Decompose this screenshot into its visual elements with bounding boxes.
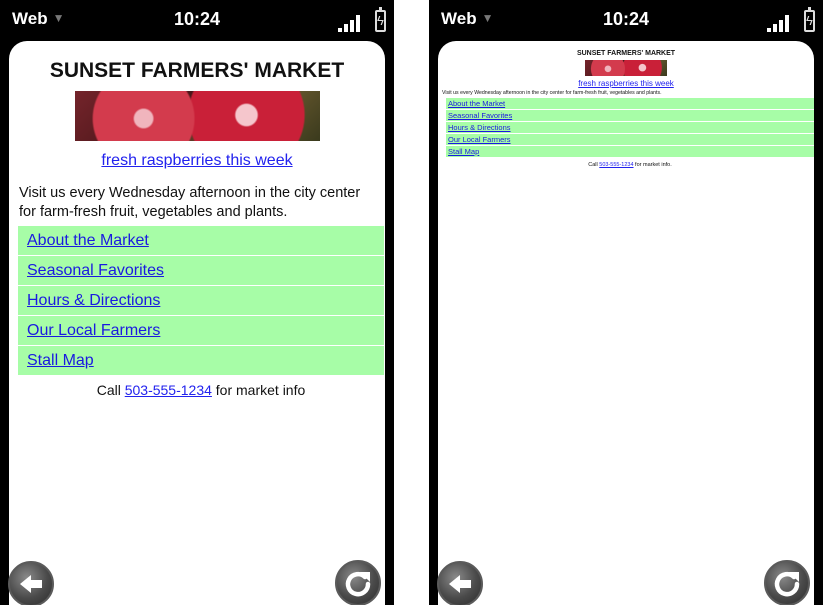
- phone-link[interactable]: 503-555-1234: [125, 382, 212, 398]
- nav-item-about[interactable]: About the Market: [18, 226, 384, 256]
- nav-item-hours[interactable]: Hours & Directions: [446, 122, 814, 134]
- caption-link[interactable]: fresh raspberries this week: [438, 79, 814, 89]
- back-arrow-icon: [20, 575, 42, 593]
- nav-link-about[interactable]: About the Market: [448, 99, 505, 108]
- back-button[interactable]: [8, 561, 54, 605]
- site-nav: About the Market Seasonal Favorites Hour…: [446, 98, 814, 158]
- nav-item-stall-map[interactable]: Stall Map: [18, 346, 384, 376]
- refresh-button[interactable]: [335, 560, 381, 605]
- signal-strength-icon: [767, 14, 793, 32]
- clock: 10:24: [173, 9, 221, 29]
- back-arrow-icon: [449, 575, 471, 593]
- nav-item-seasonal[interactable]: Seasonal Favorites: [446, 110, 814, 122]
- nav-item-hours[interactable]: Hours & Directions: [18, 286, 384, 316]
- intro-text: Visit us every Wednesday afternoon in th…: [442, 90, 662, 96]
- nav-item-stall-map[interactable]: Stall Map: [446, 146, 814, 158]
- browser-viewport[interactable]: SUNSET FARMERS' MARKET fresh raspberries…: [438, 41, 814, 605]
- status-bar: Web ▼ 10:24 ϟ: [429, 0, 823, 44]
- footer-suffix: for market info.: [633, 162, 672, 168]
- browser-viewport[interactable]: SUNSET FARMERS' MARKET fresh raspberries…: [9, 41, 385, 605]
- footer-contact: Call 503-555-1234 for market info.: [446, 162, 814, 168]
- footer-contact: Call 503-555-1234 for market info: [18, 382, 384, 398]
- page-title: SUNSET FARMERS' MARKET: [49, 59, 345, 82]
- nav-link-farmers[interactable]: Our Local Farmers: [27, 322, 160, 339]
- nav-link-stall-map[interactable]: Stall Map: [27, 352, 94, 369]
- signal-strength-icon: [338, 14, 364, 32]
- nav-link-seasonal[interactable]: Seasonal Favorites: [27, 262, 164, 279]
- status-bar: Web ▼ 10:24 ϟ: [0, 0, 394, 44]
- raspberry-image[interactable]: [585, 60, 667, 76]
- page-title: SUNSET FARMERS' MARKET: [576, 50, 676, 57]
- nav-item-seasonal[interactable]: Seasonal Favorites: [18, 256, 384, 286]
- phone-screen-zoomed-out: Web ▼ 10:24 ϟ SUNSET FARMERS' MARKET fres…: [429, 0, 823, 605]
- battery-icon: ϟ: [804, 7, 815, 32]
- footer-prefix: Call: [588, 162, 600, 168]
- footer-prefix: Call: [96, 382, 125, 398]
- phone-link[interactable]: 503-555-1234: [599, 162, 633, 168]
- refresh-icon: [774, 571, 800, 597]
- refresh-button[interactable]: [764, 560, 810, 605]
- nav-item-farmers[interactable]: Our Local Farmers: [18, 316, 384, 346]
- intro-text: Visit us every Wednesday afternoon in th…: [19, 185, 361, 220]
- nav-link-stall-map[interactable]: Stall Map: [448, 147, 479, 156]
- footer-suffix: for market info: [211, 382, 306, 398]
- nav-link-about[interactable]: About the Market: [27, 232, 149, 249]
- nav-link-hours[interactable]: Hours & Directions: [448, 123, 511, 132]
- raspberry-image[interactable]: [74, 91, 320, 141]
- back-button[interactable]: [437, 561, 483, 605]
- nav-link-seasonal[interactable]: Seasonal Favorites: [448, 111, 512, 120]
- battery-icon: ϟ: [375, 7, 386, 32]
- site-nav: About the Market Seasonal Favorites Hour…: [18, 226, 384, 376]
- clock: 10:24: [602, 9, 650, 29]
- phone-screen-normal: Web ▼ 10:24 ϟ SUNSET FARMERS' MARKET fres…: [0, 0, 394, 605]
- nav-link-farmers[interactable]: Our Local Farmers: [448, 135, 511, 144]
- nav-item-farmers[interactable]: Our Local Farmers: [446, 134, 814, 146]
- caption-link[interactable]: fresh raspberries this week: [9, 150, 385, 172]
- refresh-icon: [345, 571, 371, 597]
- nav-item-about[interactable]: About the Market: [446, 98, 814, 110]
- nav-link-hours[interactable]: Hours & Directions: [27, 292, 160, 309]
